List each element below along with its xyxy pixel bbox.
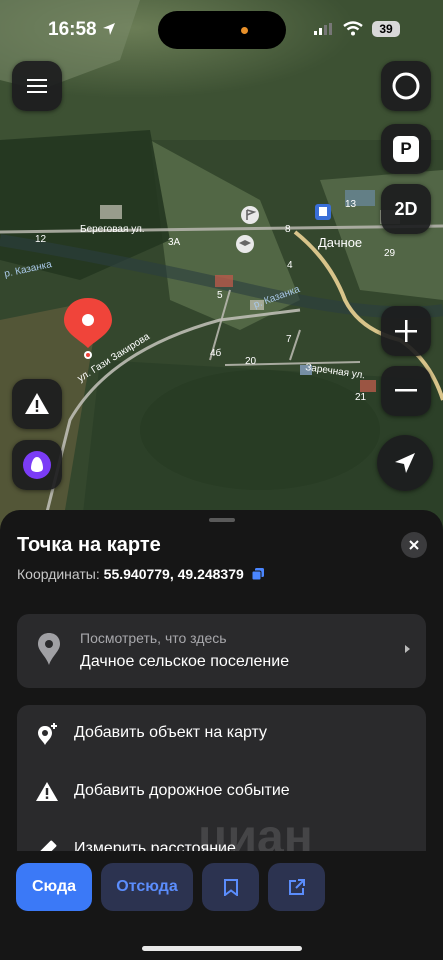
navigation-arrow-icon bbox=[395, 453, 415, 473]
alice-button[interactable] bbox=[12, 440, 62, 490]
dynamic-island bbox=[158, 11, 286, 49]
add-place-icon bbox=[38, 723, 57, 745]
close-button[interactable] bbox=[401, 532, 427, 558]
house-number: 13 bbox=[345, 199, 357, 210]
sheet-drag-handle[interactable] bbox=[209, 518, 235, 522]
home-indicator[interactable] bbox=[142, 946, 302, 951]
zoom-out-button[interactable] bbox=[381, 366, 431, 416]
house-number: 29 bbox=[384, 248, 396, 259]
house-number: 5 bbox=[217, 290, 223, 301]
layers-icon bbox=[392, 72, 420, 100]
warning-icon bbox=[25, 393, 49, 414]
wifi-icon bbox=[343, 21, 363, 36]
status-bar: 16:58 39 bbox=[0, 0, 443, 58]
house-number: 3А bbox=[168, 237, 181, 248]
parking-icon: P bbox=[393, 136, 419, 162]
house-number: 20 bbox=[245, 356, 257, 367]
what-here-subtitle: Посмотреть, что здесь bbox=[80, 630, 227, 646]
chevron-right-icon bbox=[405, 645, 410, 653]
battery-level: 39 bbox=[372, 21, 400, 37]
route-from-button[interactable]: Отсюда bbox=[101, 863, 193, 911]
plus-icon bbox=[395, 320, 417, 342]
road-alert-button[interactable] bbox=[12, 379, 62, 429]
close-icon bbox=[409, 540, 419, 550]
coordinates-value[interactable]: 55.940779, 49.248379 bbox=[104, 566, 244, 582]
sheet-title: Точка на карте bbox=[17, 534, 161, 556]
house-number: 4б bbox=[210, 347, 222, 359]
bottom-action-bar: Сюда Отсюда bbox=[0, 851, 443, 960]
bookmark-button[interactable] bbox=[202, 863, 259, 911]
house-number: 12 bbox=[35, 234, 47, 245]
mode-2d-button[interactable]: 2D bbox=[381, 184, 431, 234]
mode-2d-label: 2D bbox=[394, 198, 418, 219]
street-label: Береговая ул. bbox=[80, 224, 145, 235]
hamburger-icon bbox=[27, 79, 47, 93]
map-pin-icon bbox=[38, 633, 60, 665]
share-icon bbox=[288, 879, 305, 895]
route-here-button[interactable]: Сюда bbox=[16, 863, 92, 911]
coordinates-label: Координаты: bbox=[17, 566, 100, 582]
house-number: 7 bbox=[286, 334, 292, 345]
house-number: 8 bbox=[285, 224, 291, 235]
poi-flag-icon[interactable] bbox=[241, 206, 259, 224]
bookmark-icon bbox=[223, 878, 238, 896]
warning-icon bbox=[36, 782, 58, 801]
share-button[interactable] bbox=[268, 863, 325, 911]
minus-icon bbox=[395, 389, 417, 392]
coordinates: Координаты: 55.940779, 49.248379 bbox=[17, 566, 264, 582]
cellular-signal-icon bbox=[314, 23, 332, 35]
zoom-in-button[interactable] bbox=[381, 306, 431, 356]
location-arrow-icon bbox=[103, 23, 115, 35]
what-here-title: Дачное сельское поселение bbox=[80, 653, 290, 670]
house-number: 21 bbox=[355, 392, 367, 403]
layers-button[interactable] bbox=[381, 61, 431, 111]
action-label: Добавить дорожное событие bbox=[74, 782, 290, 799]
my-location-button[interactable] bbox=[377, 435, 433, 491]
action-label: Добавить объект на карту bbox=[74, 724, 268, 741]
house-number: 4 bbox=[287, 260, 293, 271]
add-object-action[interactable]: Добавить объект на карту bbox=[17, 705, 426, 763]
alice-icon bbox=[23, 451, 51, 479]
menu-button[interactable] bbox=[12, 61, 62, 111]
status-time: 16:58 bbox=[48, 19, 97, 40]
village-label: Дачное bbox=[318, 235, 362, 250]
what-here-card[interactable]: Посмотреть, что здесь Дачное сельское по… bbox=[17, 614, 426, 688]
copy-icon[interactable] bbox=[251, 568, 264, 581]
parking-button[interactable]: P bbox=[381, 124, 431, 174]
